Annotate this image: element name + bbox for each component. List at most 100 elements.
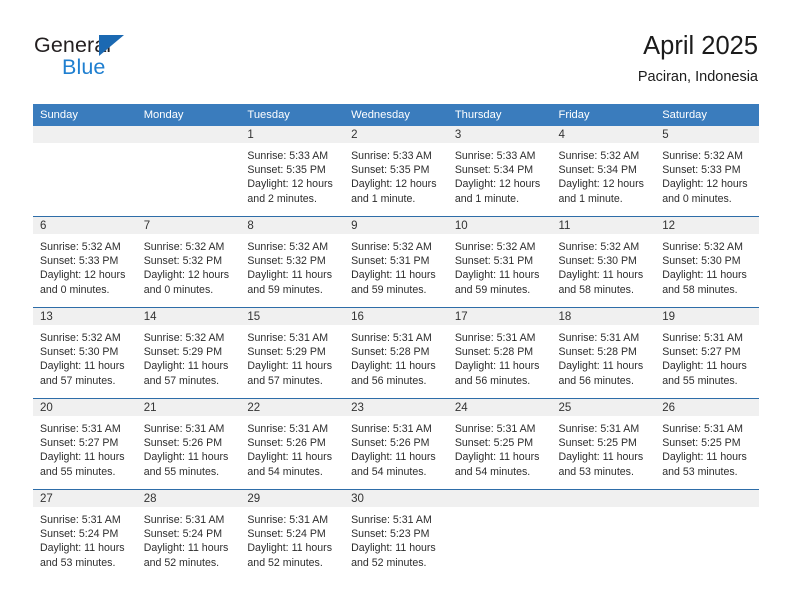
general-blue-logo[interactable]: General Blue [34,33,214,89]
calendar-day-cell[interactable]: 15 Sunrise: 5:31 AM Sunset: 5:29 PM Dayligh… [240,307,345,399]
sunrise-text: Sunrise: 5:32 AM [40,241,121,253]
day-number [33,126,137,143]
calendar-day-cell[interactable]: 13 Sunrise: 5:32 AM Sunset: 5:30 PM Dayligh… [33,307,137,399]
calendar-day-cell[interactable]: 28 Sunrise: 5:31 AM Sunset: 5:24 PM Dayligh… [136,489,241,580]
daylight-text-line1: Daylight: 11 hours [558,451,644,464]
daylight-text-line1: Daylight: 11 hours [247,360,333,373]
sunset-text: Sunset: 5:31 PM [454,255,534,268]
calendar-day-cell[interactable]: 8 Sunrise: 5:32 AM Sunset: 5:32 PM Daylight… [240,216,345,308]
calendar-day-cell[interactable]: 9 Sunrise: 5:32 AM Sunset: 5:31 PM Daylight… [344,216,448,308]
sunrise-text: Sunrise: 5:31 AM [662,423,743,435]
day-details: Sunrise: 5:31 AM Sunset: 5:28 PM Daylight:… [448,325,552,388]
day-number: 23 [344,399,448,416]
daylight-text-line2: and 52 minutes. [351,556,427,569]
page-header: General Blue April 2025 Paciran, Indones… [0,0,792,100]
calendar-day-cell[interactable]: 1 Sunrise: 5:33 AM Sunset: 5:35 PM Daylight… [240,126,345,217]
daylight-text-line2: and 56 minutes. [454,374,531,387]
day-details: Sunrise: 5:31 AM Sunset: 5:27 PM Daylight:… [33,416,137,479]
day-number: 7 [136,217,241,234]
calendar-day-cell[interactable]: 7 Sunrise: 5:32 AM Sunset: 5:32 PM Daylight… [136,216,241,308]
sunrise-text: Sunrise: 5:32 AM [662,241,743,253]
day-number [447,490,552,507]
calendar-day-cell[interactable]: 21 Sunrise: 5:31 AM Sunset: 5:26 PM Dayligh… [136,398,241,490]
calendar-day-cell[interactable]: 12 Sunrise: 5:32 AM Sunset: 5:30 PM Dayligh… [655,216,759,308]
daylight-text-line1: Daylight: 12 hours [143,269,230,282]
day-cell-inner: 11 Sunrise: 5:32 AM Sunset: 5:30 PM Dayligh… [551,217,656,307]
day-details: Sunrise: 5:32 AM Sunset: 5:33 PM Daylight:… [33,234,137,297]
day-details: Sunrise: 5:32 AM Sunset: 5:31 PM Daylight:… [344,234,448,297]
calendar-day-cell[interactable]: 6 Sunrise: 5:32 AM Sunset: 5:33 PM Daylight… [33,216,137,308]
sunset-text: Sunset: 5:25 PM [558,437,637,450]
calendar-day-cell[interactable]: 2 Sunrise: 5:33 AM Sunset: 5:35 PM Daylight… [344,126,448,217]
calendar-day-cell[interactable]: 19 Sunrise: 5:31 AM Sunset: 5:27 PM Dayligh… [655,307,759,399]
day-details: Sunrise: 5:32 AM Sunset: 5:32 PM Daylight:… [240,234,344,297]
daylight-text-line1: Daylight: 11 hours [143,360,229,373]
sunset-text: Sunset: 5:29 PM [143,346,223,359]
sunset-text: Sunset: 5:35 PM [247,164,326,177]
logo-text-blue: Blue [62,55,106,79]
calendar-day-cell[interactable]: 11 Sunrise: 5:32 AM Sunset: 5:30 PM Dayligh… [551,216,656,308]
calendar-day-cell[interactable]: 18 Sunrise: 5:31 AM Sunset: 5:28 PM Dayligh… [551,307,656,399]
day-cell-inner: 27 Sunrise: 5:31 AM Sunset: 5:24 PM Dayligh… [33,490,137,580]
sunrise-text: Sunrise: 5:32 AM [558,241,640,253]
calendar-day-cell[interactable]: 3 Sunrise: 5:33 AM Sunset: 5:34 PM Daylight… [447,126,552,217]
title-block: April 2025 Paciran, Indonesia [638,30,758,86]
daylight-text-line2: and 56 minutes. [351,374,427,387]
day-cell-inner: 3 Sunrise: 5:33 AM Sunset: 5:34 PM Daylight… [447,126,552,216]
day-number: 24 [447,399,552,416]
sunset-text: Sunset: 5:32 PM [143,255,223,268]
day-number: 3 [447,126,552,143]
day-details: Sunrise: 5:31 AM Sunset: 5:26 PM Daylight:… [137,416,241,479]
calendar-day-cell[interactable]: 16 Sunrise: 5:31 AM Sunset: 5:28 PM Dayligh… [344,307,448,399]
day-cell-inner: 8 Sunrise: 5:32 AM Sunset: 5:32 PM Daylight… [240,217,345,307]
day-details: Sunrise: 5:31 AM Sunset: 5:25 PM Daylight:… [655,416,759,479]
day-number: 29 [240,490,345,507]
daylight-text-line1: Daylight: 11 hours [351,542,436,555]
calendar-day-cell[interactable]: 22 Sunrise: 5:31 AM Sunset: 5:26 PM Dayligh… [240,398,345,490]
day-cell-inner: 26 Sunrise: 5:31 AM Sunset: 5:25 PM Dayligh… [655,399,759,489]
daylight-text-line1: Daylight: 11 hours [40,542,125,555]
day-cell-inner: 22 Sunrise: 5:31 AM Sunset: 5:26 PM Dayligh… [240,399,345,489]
daylight-text-line2: and 1 minute. [454,192,520,205]
sunset-text: Sunset: 5:33 PM [662,164,741,177]
sunrise-text: Sunrise: 5:31 AM [351,423,432,435]
day-cell-inner: 28 Sunrise: 5:31 AM Sunset: 5:24 PM Dayligh… [136,490,241,580]
day-cell-inner: 12 Sunrise: 5:32 AM Sunset: 5:30 PM Dayligh… [655,217,759,307]
day-cell-inner: 1 Sunrise: 5:33 AM Sunset: 5:35 PM Daylight… [240,126,345,216]
calendar-week-row: 1 Sunrise: 5:33 AM Sunset: 5:35 PM Daylight… [33,126,759,217]
day-cell-inner: 4 Sunrise: 5:32 AM Sunset: 5:34 PM Daylight… [551,126,656,216]
sunrise-text: Sunrise: 5:32 AM [40,332,121,344]
calendar-day-cell[interactable]: 26 Sunrise: 5:31 AM Sunset: 5:25 PM Dayligh… [655,398,759,490]
calendar-grid: Sunday Monday Tuesday Wednesday Thursday… [33,104,759,580]
calendar-week-row: 6 Sunrise: 5:32 AM Sunset: 5:33 PM Daylight… [33,216,759,308]
day-cell-inner [551,490,656,580]
day-number: 14 [136,308,241,325]
daylight-text-line1: Daylight: 11 hours [143,542,229,555]
day-number: 16 [344,308,448,325]
day-number [136,126,241,143]
calendar-day-cell[interactable]: 27 Sunrise: 5:31 AM Sunset: 5:24 PM Dayligh… [33,489,137,580]
calendar-day-cell[interactable]: 4 Sunrise: 5:32 AM Sunset: 5:34 PM Daylight… [551,126,656,217]
weekday-header-row: Sunday Monday Tuesday Wednesday Thursday… [33,104,759,126]
calendar-body: 1 Sunrise: 5:33 AM Sunset: 5:35 PM Daylight… [33,126,759,580]
daylight-text-line1: Daylight: 11 hours [351,269,436,282]
day-number [551,490,656,507]
calendar-day-cell[interactable]: 24 Sunrise: 5:31 AM Sunset: 5:25 PM Dayligh… [447,398,552,490]
daylight-text-line1: Daylight: 11 hours [662,451,747,464]
calendar-day-cell[interactable]: 23 Sunrise: 5:31 AM Sunset: 5:26 PM Dayligh… [344,398,448,490]
calendar-day-cell[interactable]: 14 Sunrise: 5:32 AM Sunset: 5:29 PM Dayligh… [136,307,241,399]
day-details: Sunrise: 5:31 AM Sunset: 5:27 PM Daylight:… [655,325,759,388]
day-number: 26 [655,399,759,416]
day-number: 18 [551,308,656,325]
calendar-day-cell[interactable]: 25 Sunrise: 5:31 AM Sunset: 5:25 PM Dayligh… [551,398,656,490]
calendar-day-cell[interactable]: 20 Sunrise: 5:31 AM Sunset: 5:27 PM Dayligh… [33,398,137,490]
daylight-text-line2: and 1 minute. [558,192,623,205]
calendar-day-cell-empty [447,489,552,580]
calendar-day-cell[interactable]: 10 Sunrise: 5:32 AM Sunset: 5:31 PM Dayligh… [447,216,552,308]
calendar-day-cell[interactable]: 30 Sunrise: 5:31 AM Sunset: 5:23 PM Dayligh… [344,489,448,580]
calendar-day-cell[interactable]: 5 Sunrise: 5:32 AM Sunset: 5:33 PM Daylight… [655,126,759,217]
weekday-header-monday: Monday [136,104,241,126]
calendar-day-cell[interactable]: 17 Sunrise: 5:31 AM Sunset: 5:28 PM Dayligh… [447,307,552,399]
day-cell-inner [33,126,137,216]
calendar-day-cell[interactable]: 29 Sunrise: 5:31 AM Sunset: 5:24 PM Dayligh… [240,489,345,580]
